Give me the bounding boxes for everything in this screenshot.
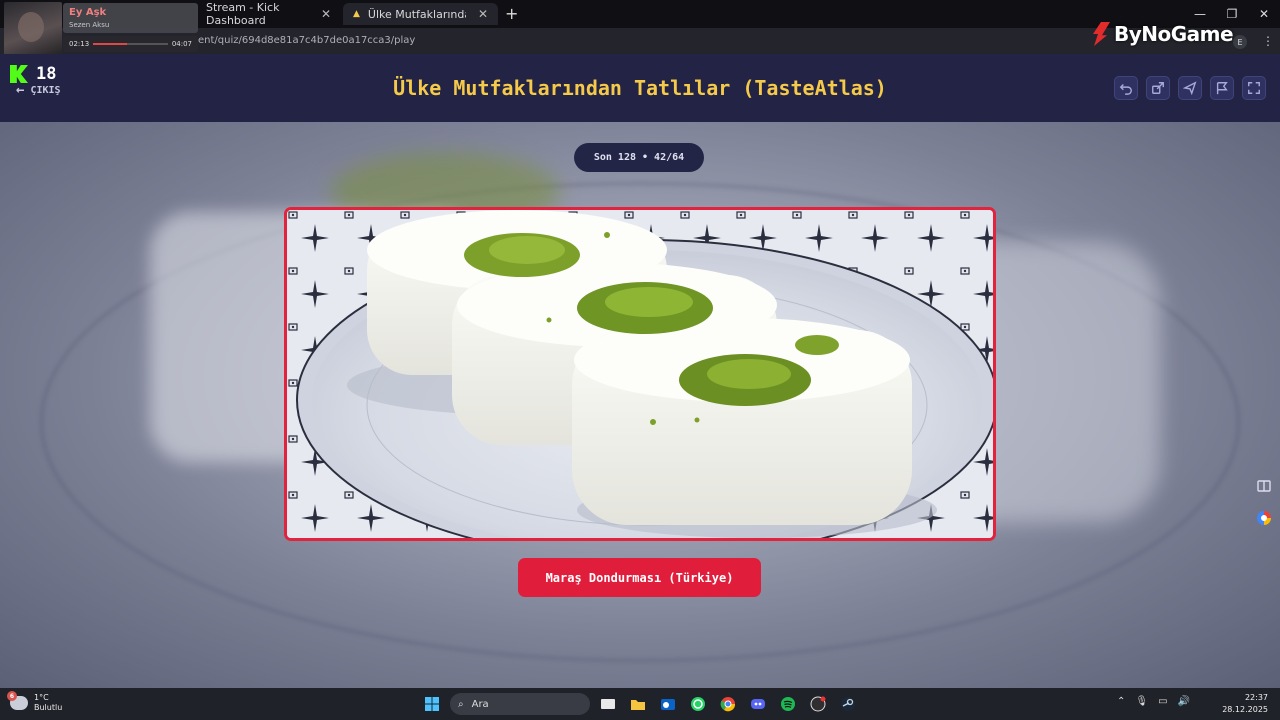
weather-desc: Bulutlu (34, 703, 63, 712)
system-tray: ⌃ 🎙 ▭ 🔊 (1117, 696, 1190, 707)
tab-label: Ülke Mutfaklarından Tatlılar (Ta (367, 7, 466, 21)
fullscreen-icon (1248, 82, 1260, 94)
clock-time: 22:37 (1244, 693, 1268, 702)
song-progress-bar (93, 43, 168, 45)
assistant-icon[interactable] (1254, 508, 1274, 528)
taskbar-clock[interactable]: 22:37 28.12.2025 (1222, 692, 1268, 716)
webcam-feed (4, 2, 62, 58)
report-button[interactable] (1210, 76, 1234, 100)
round-counter: Son 128 • 42/64 (574, 143, 704, 172)
obs-icon[interactable] (806, 692, 830, 716)
cloud-icon: 6 (7, 691, 28, 710)
discord-icon[interactable] (746, 692, 770, 716)
file-explorer-icon[interactable] (626, 692, 650, 716)
outlook-icon[interactable] (656, 692, 680, 716)
search-icon: ⌕ (458, 698, 464, 710)
elapsed-time: 02:13 (69, 40, 90, 48)
undo-icon (1119, 84, 1132, 95)
flag-icon (1216, 82, 1228, 95)
side-panel-icon[interactable] (1254, 476, 1274, 496)
undo-button[interactable] (1114, 76, 1138, 100)
watermark-text: ByNoGame (1114, 22, 1234, 46)
send-button[interactable] (1178, 76, 1202, 100)
share-icon (1152, 82, 1164, 94)
spotify-icon[interactable] (776, 692, 800, 716)
clock-date: 28.12.2025 (1222, 705, 1268, 714)
tab-kick-dashboard[interactable]: Stream - Kick Dashboard ✕ (196, 1, 341, 27)
bynogame-logo-icon (1093, 22, 1110, 46)
whatsapp-icon[interactable] (686, 692, 710, 716)
windows-start-icon[interactable] (420, 692, 444, 716)
chevron-up-icon[interactable]: ⌃ (1117, 696, 1125, 707)
taskbar-apps: ⌕ Ara (420, 691, 860, 717)
search-placeholder: Ara (471, 698, 489, 710)
weather-temp: 1°C (34, 693, 49, 702)
answer-button[interactable]: Maraş Dondurması (Türkiye) (518, 558, 761, 597)
toolbar (1114, 76, 1266, 100)
now-playing-card: Ey Aşk Sezen Aksu (63, 3, 198, 33)
dessert-image[interactable] (284, 207, 996, 541)
weather-badge: 6 (7, 691, 17, 701)
profile-avatar[interactable]: E (1233, 35, 1247, 49)
new-tab-icon[interactable]: + (505, 4, 518, 23)
steam-icon[interactable] (836, 692, 860, 716)
speaker-icon[interactable]: 🔊 (1178, 696, 1190, 707)
url-text[interactable]: ent/quiz/694d8e81a7c4b7de0a17cca3/play (198, 35, 415, 46)
total-time: 04:07 (171, 40, 192, 48)
share-button[interactable] (1146, 76, 1170, 100)
bynogame-watermark: ByNoGame (1090, 22, 1234, 46)
song-artist: Sezen Aksu (69, 21, 110, 29)
taskbar-search[interactable]: ⌕ Ara (450, 693, 590, 715)
tab-label: Stream - Kick Dashboard (206, 1, 280, 27)
display-icon[interactable]: ▭ (1158, 696, 1167, 707)
fullscreen-button[interactable] (1242, 76, 1266, 100)
weather-widget[interactable]: 6 1°C Bulutlu (7, 691, 63, 713)
task-view-icon[interactable] (596, 692, 620, 716)
song-title: Ey Aşk (69, 7, 107, 18)
window-close-icon[interactable]: ✕ (1248, 0, 1280, 28)
page-title: Ülke Mutfaklarından Tatlılar (TasteAtlas… (393, 76, 887, 100)
send-icon (1183, 81, 1197, 95)
chrome-icon[interactable] (716, 692, 740, 716)
tab-favicon-icon: ▲ (353, 9, 360, 19)
tab-quiz[interactable]: ▲ Ülke Mutfaklarından Tatlılar (Ta ✕ (343, 3, 498, 25)
taskbar: 6 1°C Bulutlu ⌕ Ara ⌃ 🎙 ▭ 🔊 22:37 28.12.… (0, 688, 1280, 720)
close-icon[interactable]: ✕ (478, 7, 488, 21)
song-timeline: 02:13 04:07 (63, 36, 198, 52)
close-icon[interactable]: ✕ (321, 7, 331, 21)
dessert-illustration (287, 210, 993, 538)
screen: Stream - Kick Dashboard ✕ ▲ Ülke Mutfakl… (0, 0, 1280, 720)
music-overlay: Ey Aşk Sezen Aksu 02:13 04:07 (0, 0, 200, 62)
microphone-icon[interactable]: 🎙 (1135, 696, 1148, 707)
more-icon[interactable]: ⋮ (1262, 34, 1274, 48)
